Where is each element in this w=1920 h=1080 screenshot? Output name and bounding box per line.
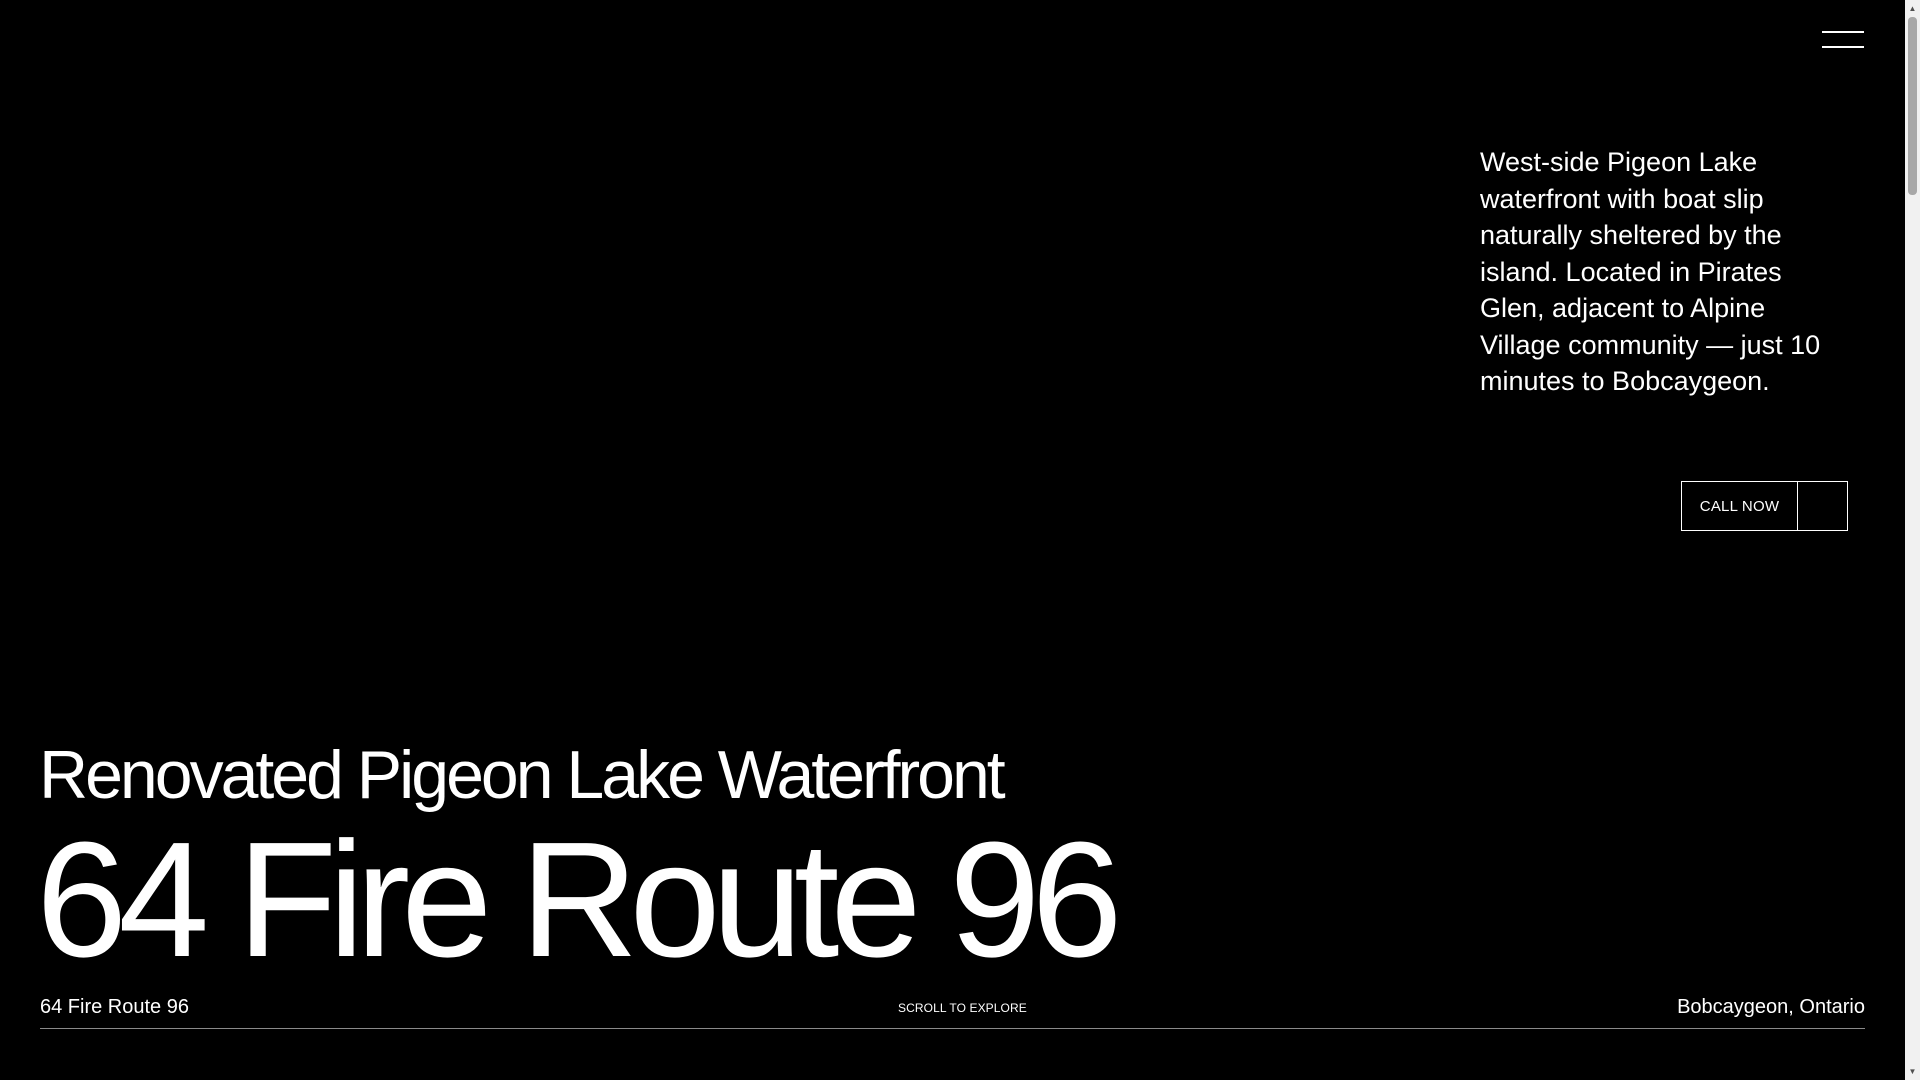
property-description: West-side Pigeon Lake waterfront with bo… xyxy=(1480,147,1821,396)
scroll-to-explore-link[interactable]: SCROLL TO EXPLORE xyxy=(898,1001,1027,1015)
hero-footer: 64 Fire Route 96 SCROLL TO EXPLORE Bobca… xyxy=(40,996,1865,1030)
hamburger-bar-bottom xyxy=(1822,46,1864,48)
footer-address: 64 Fire Route 96 xyxy=(40,996,189,1018)
call-button-icon-box xyxy=(1798,482,1847,530)
property-title: 64 Fire Route 96 xyxy=(36,808,1123,991)
page-scrollbar[interactable]: ▲ ▼ xyxy=(1905,0,1920,1080)
property-subtitle: Renovated Pigeon Lake Waterfront xyxy=(39,737,1006,813)
footer-divider xyxy=(40,1028,1865,1029)
footer-location: Bobcaygeon, Ontario xyxy=(1677,996,1865,1018)
scroll-down-arrow-icon[interactable]: ▼ xyxy=(1905,1063,1920,1080)
hamburger-bar-top xyxy=(1822,31,1864,33)
hamburger-icon[interactable] xyxy=(1822,28,1864,52)
scroll-up-arrow-icon[interactable]: ▲ xyxy=(1905,0,1920,17)
call-now-label: CALL NOW xyxy=(1682,482,1798,530)
scrollbar-thumb[interactable] xyxy=(1908,17,1917,195)
call-now-button[interactable]: CALL NOW xyxy=(1681,481,1848,531)
page: West-side Pigeon Lake waterfront with bo… xyxy=(0,0,1920,1080)
